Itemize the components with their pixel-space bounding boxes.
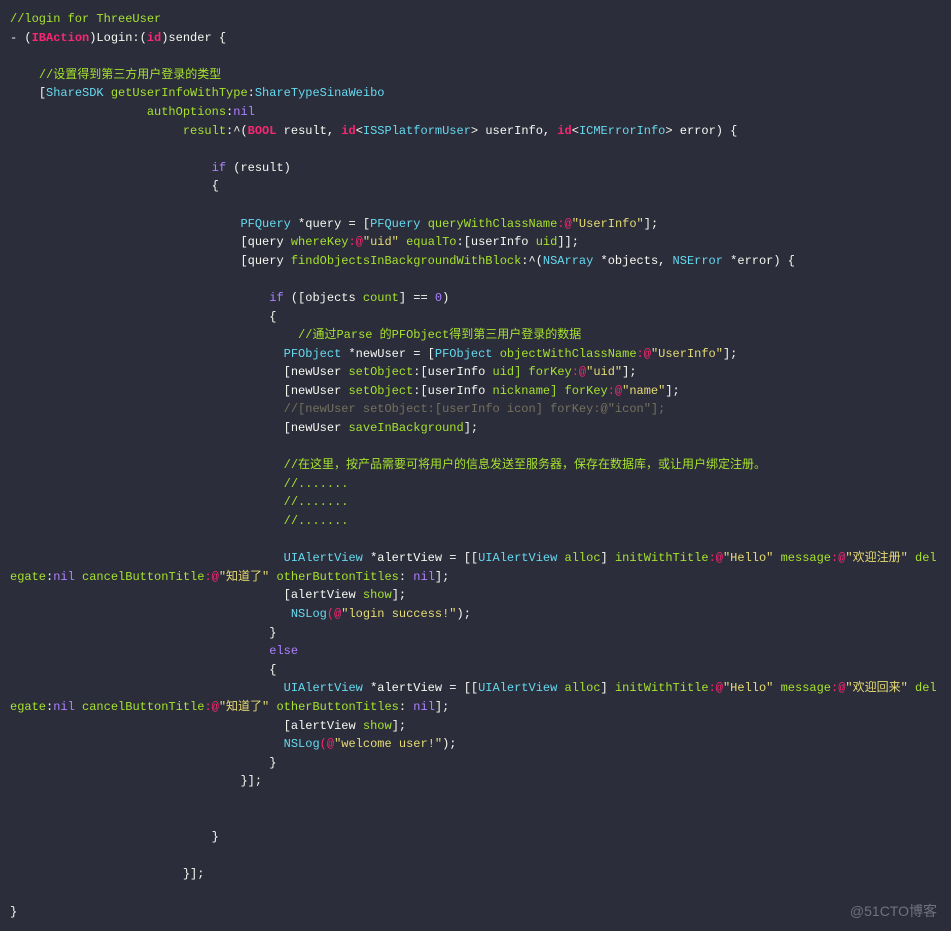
code-block: //login for ThreeUser - (IBAction)Login:…: [10, 10, 941, 921]
comment: //login for ThreeUser: [10, 12, 161, 26]
watermark: @51CTO博客: [850, 901, 937, 923]
